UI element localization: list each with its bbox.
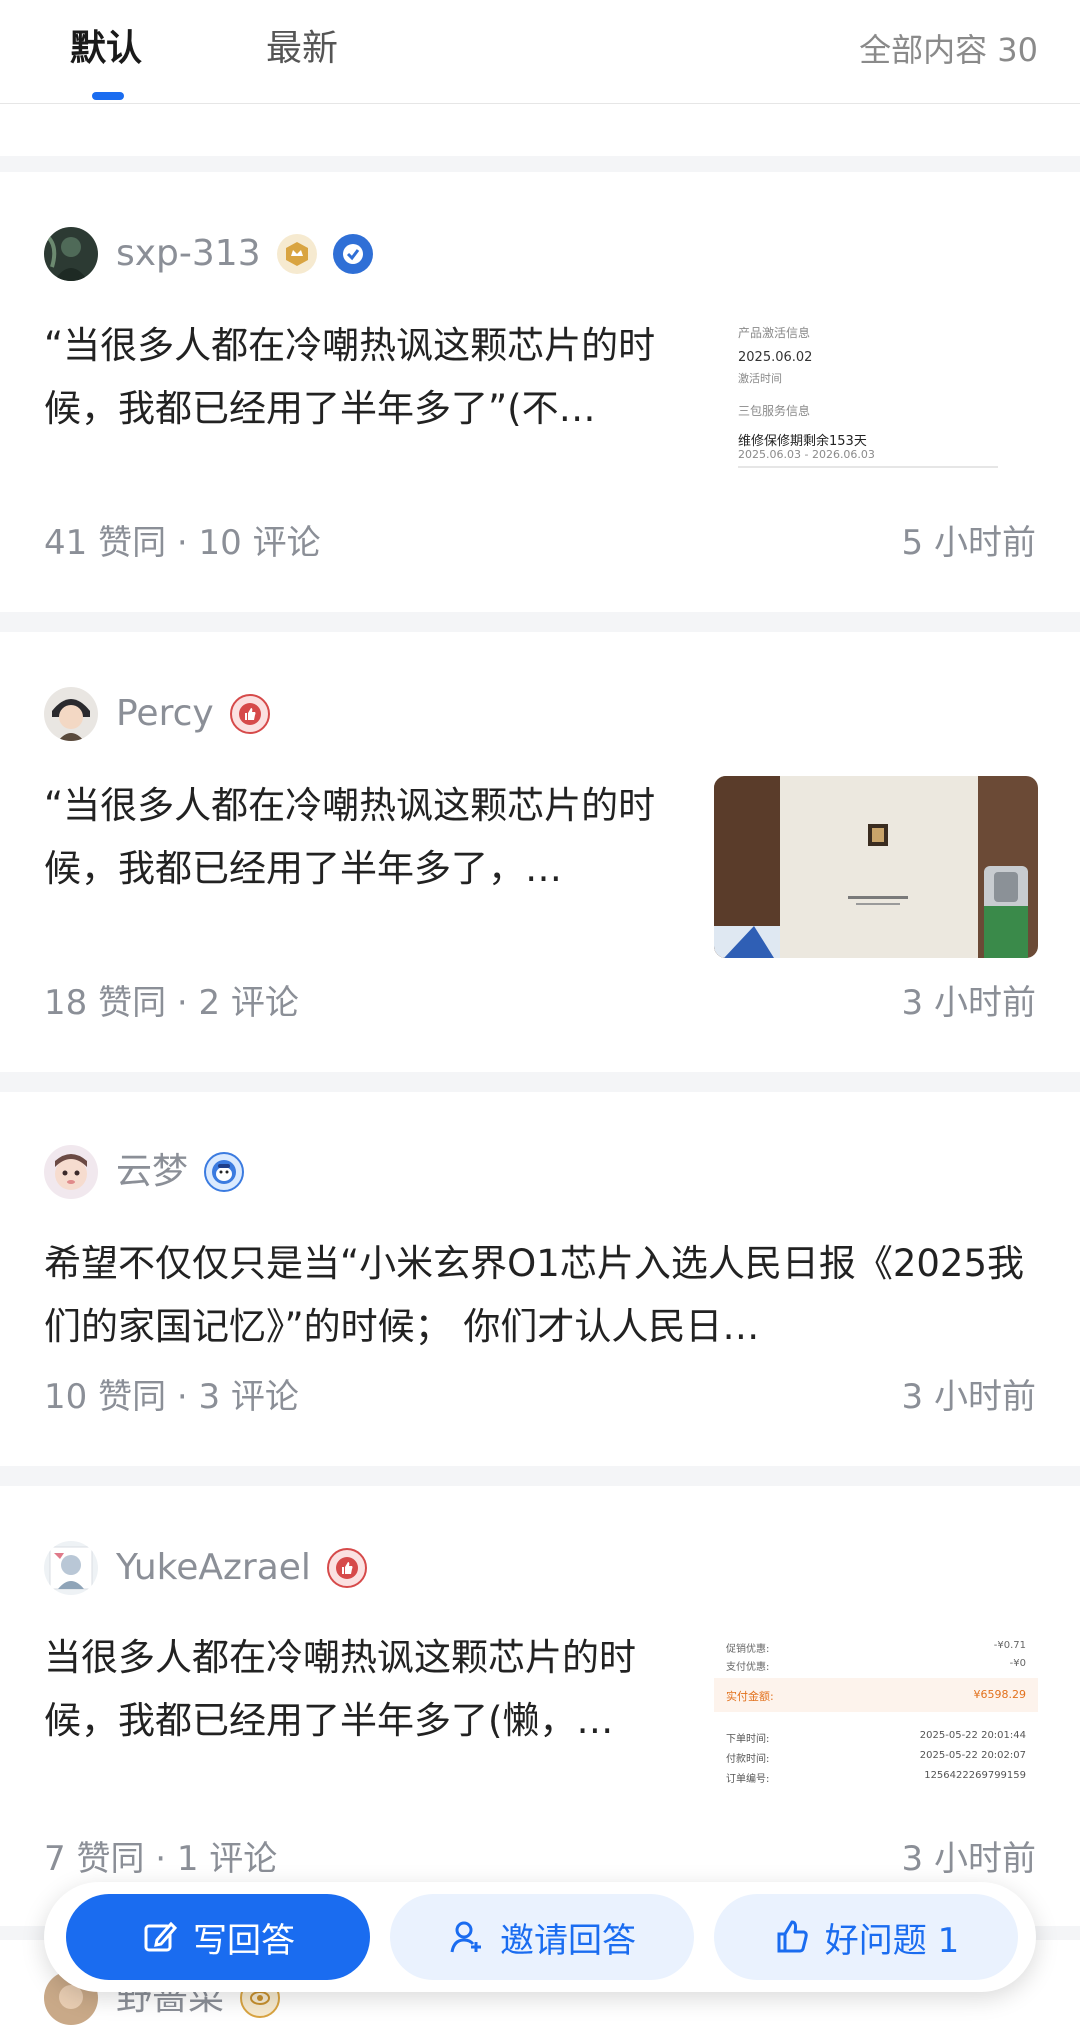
- active-tab-indicator: [92, 92, 124, 100]
- author-name[interactable]: sxp-313: [116, 230, 261, 278]
- answer-card[interactable]: 云梦 希望不仅仅只是当“小米玄界O1芯片入选人民日报《2025我们的家国记忆》”…: [0, 1092, 1080, 1466]
- thumb-text: 付款时间:: [726, 1754, 770, 1765]
- thumb-text: 下单时间:: [726, 1734, 770, 1745]
- thumb-text: 维修保修期剩余153天: [738, 434, 867, 449]
- answer-card[interactable]: sxp-313 “当很多人都在冷嘲热讽这颗芯片的时候，我都已经用了半年多了”(不…: [0, 172, 1080, 612]
- good-question-button[interactable]: 好问题 1: [714, 1894, 1018, 1980]
- author-row[interactable]: 云梦: [44, 1144, 245, 1200]
- thumbs-up-icon: [773, 1918, 811, 1956]
- thumbs-up-badge-icon: [229, 694, 270, 734]
- author-row[interactable]: YukeAzrael: [44, 1540, 367, 1596]
- good-question-label: 好问题 1: [824, 1920, 960, 1961]
- answer-card[interactable]: Percy “当很多人都在冷嘲热讽这颗芯片的时 候，我都已经用了半年多了，… 1…: [0, 632, 1080, 1072]
- write-answer-label: 写回答: [193, 1920, 295, 1961]
- thumb-text: 2025.06.03 - 2026.06.03: [738, 448, 875, 461]
- author-name[interactable]: YukeAzrael: [116, 1544, 311, 1592]
- author-name[interactable]: Percy: [116, 690, 214, 738]
- invite-answer-label: 邀请回答: [500, 1920, 636, 1961]
- avatar[interactable]: [44, 687, 98, 741]
- thumb-text: 2025.06.02: [738, 350, 813, 365]
- thumb-text: 实付金额:: [726, 1690, 774, 1703]
- thumb-text: 订单编号:: [726, 1774, 770, 1785]
- author-name[interactable]: 云梦: [116, 1148, 188, 1196]
- avatar[interactable]: [44, 227, 98, 281]
- thumbs-up-badge-icon: [326, 1548, 367, 1588]
- answer-excerpt[interactable]: 希望不仅仅只是当“小米玄界O1芯片入选人民日报《2025我们的家国记忆》”的时候…: [44, 1232, 1044, 1358]
- answer-thumbnail[interactable]: 促销优惠: -¥0.71 支付优惠: -¥0 实付金额: ¥6598.29 下单…: [714, 1626, 1038, 1808]
- answer-excerpt[interactable]: “当很多人都在冷嘲热讽这颗芯片的时候，我都已经用了半年多了”(不…: [44, 314, 684, 440]
- answer-stats: 10 赞同 · 3 评论: [44, 1377, 299, 1417]
- author-row[interactable]: sxp-313: [44, 226, 373, 282]
- thumb-text: 激活时间: [738, 372, 782, 385]
- answer-card[interactable]: YukeAzrael 当很多人都在冷嘲热讽这颗芯片的时候，我都已经用了半年多了(…: [0, 1486, 1080, 1926]
- answer-stats: 41 赞同 · 10 评论: [44, 523, 321, 563]
- answer-excerpt[interactable]: “当很多人都在冷嘲热讽这颗芯片的时 候，我都已经用了半年多了，…: [44, 774, 684, 900]
- edit-icon: [141, 1918, 179, 1956]
- mascot-badge-icon: [204, 1152, 245, 1192]
- invite-answer-button[interactable]: 邀请回答: [390, 1894, 694, 1980]
- thumb-text: ¥6598.29: [973, 1688, 1027, 1701]
- answer-stats: 7 赞同 · 1 评论: [44, 1839, 278, 1879]
- thumb-text: 1256422269799159: [924, 1770, 1026, 1781]
- answer-stats: 18 赞同 · 2 评论: [44, 983, 299, 1023]
- thumb-text: 三包服务信息: [738, 404, 811, 418]
- answer-time: 5 小时前: [901, 523, 1036, 563]
- answer-time: 3 小时前: [901, 983, 1036, 1023]
- top-tab-bar: 默认 最新 全部内容 30: [0, 0, 1080, 104]
- answer-thumbnail[interactable]: [714, 776, 1038, 958]
- previous-card-remainder: [0, 104, 1080, 156]
- thumb-divider: [738, 466, 998, 468]
- author-row[interactable]: Percy: [44, 686, 270, 742]
- thumb-text: 支付优惠:: [726, 1662, 770, 1673]
- level-badge-icon: [276, 234, 317, 274]
- thumb-text: 产品激活信息: [738, 326, 811, 340]
- thumb-text: 促销优惠:: [726, 1644, 770, 1655]
- answer-excerpt[interactable]: 当很多人都在冷嘲热讽这颗芯片的时候，我都已经用了半年多了(懒，…: [44, 1626, 684, 1752]
- avatar[interactable]: [44, 1145, 98, 1199]
- tab-latest[interactable]: 最新: [266, 26, 338, 72]
- avatar[interactable]: [44, 1541, 98, 1595]
- answer-time: 3 小时前: [901, 1377, 1036, 1417]
- thumb-text: -¥0.71: [993, 1640, 1026, 1651]
- answer-time: 3 小时前: [901, 1839, 1036, 1879]
- tab-default[interactable]: 默认: [70, 26, 142, 72]
- write-answer-button[interactable]: 写回答: [66, 1894, 370, 1980]
- verified-badge-icon: [332, 234, 373, 274]
- answer-thumbnail[interactable]: 产品激活信息 2025.06.02 激活时间 三包服务信息 维修保修期剩余153…: [714, 298, 1038, 480]
- thumb-text: 2025-05-22 20:01:44: [919, 1730, 1026, 1741]
- add-user-icon: [448, 1918, 486, 1956]
- bottom-action-bar: 写回答 邀请回答 好问题 1: [44, 1882, 1036, 1992]
- thumb-text: -¥0: [1009, 1658, 1026, 1669]
- total-content-count[interactable]: 全部内容 30: [859, 28, 1038, 72]
- thumb-text: 2025-05-22 20:02:07: [919, 1750, 1026, 1761]
